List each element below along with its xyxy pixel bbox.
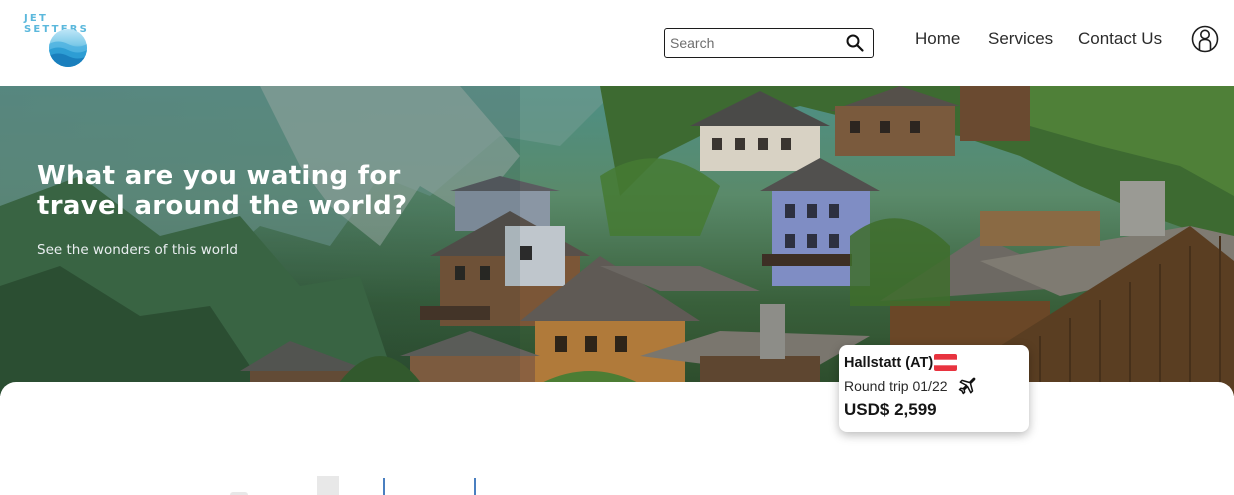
search-box <box>664 28 874 58</box>
nav-contact-link[interactable]: Contact Us <box>1078 29 1162 49</box>
hero-subtitle: See the wonders of this world <box>37 242 238 258</box>
wave-globe-icon <box>49 29 87 67</box>
deal-destination: Hallstatt (AT) <box>844 355 934 371</box>
deal-trip: Round trip 01/22 <box>844 378 948 394</box>
airplane-icon <box>957 376 977 396</box>
nav-home-link[interactable]: Home <box>915 29 960 49</box>
brand-logo[interactable]: JET SETTERS <box>24 13 114 67</box>
hero-banner: What are you wating for travel around th… <box>0 86 1234 396</box>
austria-flag-icon <box>934 354 957 371</box>
section-divider <box>383 478 385 495</box>
alpine-village-hillside-photo <box>0 86 1234 396</box>
search-icon[interactable] <box>845 33 865 53</box>
hero-title: What are you wating for travel around th… <box>37 161 408 221</box>
section-divider <box>317 476 339 495</box>
search-input[interactable] <box>670 33 840 53</box>
site-header: JET SETTERS Home Services Contact Us <box>0 0 1234 86</box>
nav-services-link[interactable]: Services <box>988 29 1053 49</box>
content-section <box>0 382 1234 495</box>
user-profile-icon[interactable] <box>1190 24 1220 54</box>
deal-card[interactable]: Hallstatt (AT) Round trip 01/22 USD$ 2,5… <box>839 345 1029 432</box>
section-divider <box>474 478 476 495</box>
deal-price: USD$ 2,599 <box>844 400 937 419</box>
